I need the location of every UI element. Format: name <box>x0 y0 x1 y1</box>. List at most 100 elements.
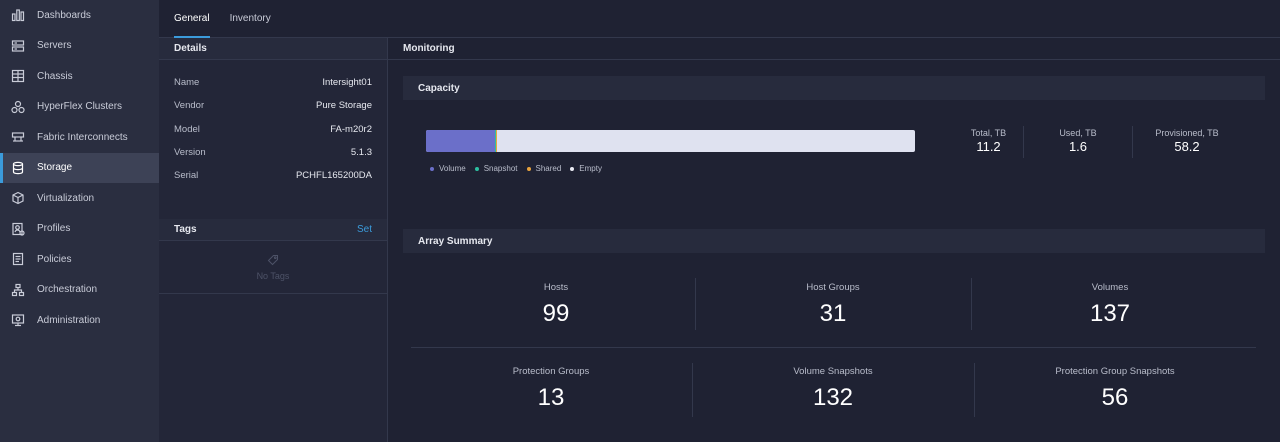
summary-stat-protection-group-snapshots: Protection Group Snapshots 56 <box>985 366 1245 412</box>
detail-value: Pure Storage <box>316 100 372 112</box>
divider <box>974 363 975 417</box>
sidebar-item-label: Chassis <box>37 70 73 82</box>
stat-value: 58.2 <box>1174 139 1200 154</box>
stat-label: Protection Group Snapshots <box>1055 366 1175 377</box>
legend-label: Snapshot <box>483 164 518 173</box>
sidebar-item-profiles[interactable]: Profiles <box>0 214 159 245</box>
stat-label: Used, TB <box>1059 128 1097 138</box>
sidebar-item-label: Administration <box>37 314 101 326</box>
fabric-icon <box>11 130 25 144</box>
tags-header: Tags Set <box>159 219 387 241</box>
stat-label: Hosts <box>543 282 569 293</box>
cluster-icon <box>11 100 25 114</box>
sidebar-item-servers[interactable]: Servers <box>0 31 159 62</box>
sidebar-item-label: Storage <box>37 162 73 174</box>
detail-value: Intersight01 <box>322 77 372 89</box>
tags-title: Tags <box>174 224 197 235</box>
storage-icon <box>11 161 25 175</box>
capacity-bar <box>426 130 915 152</box>
stat-value: 132 <box>812 384 854 411</box>
legend-dot <box>474 166 479 171</box>
sidebar-item-storage[interactable]: Storage <box>0 152 159 183</box>
legend-dot <box>526 166 531 171</box>
sidebar-item-orchestration[interactable]: Orchestration <box>0 275 159 306</box>
legend-item-volume: Volume <box>430 164 466 173</box>
detail-key: Serial <box>174 170 199 182</box>
details-list: Name Intersight01 Vendor Pure Storage Mo… <box>159 60 387 187</box>
capacity-stat-used: Used, TB 1.6 <box>1025 128 1131 154</box>
tab-bar: General Inventory <box>159 0 1280 38</box>
chassis-icon <box>11 69 25 83</box>
admin-icon <box>11 313 25 327</box>
workflow-icon <box>11 283 25 297</box>
sidebar-item-policies[interactable]: Policies <box>0 244 159 275</box>
details-header: Details <box>159 38 387 60</box>
sidebar-item-label: Profiles <box>37 223 71 235</box>
details-title: Details <box>174 43 207 54</box>
cube-icon <box>11 191 25 205</box>
capacity-stat-provisioned: Provisioned, TB 58.2 <box>1134 128 1240 154</box>
bar-chart-icon <box>11 8 25 22</box>
sidebar-item-fabric-interconnects[interactable]: Fabric Interconnects <box>0 122 159 153</box>
stat-value: 137 <box>1089 300 1131 327</box>
sidebar-item-label: Orchestration <box>37 284 98 296</box>
detail-key: Version <box>174 147 206 159</box>
stat-label: Volumes <box>1091 282 1129 293</box>
set-tags-link[interactable]: Set <box>357 224 372 235</box>
profile-icon <box>11 222 25 236</box>
stat-value: 99 <box>542 300 570 327</box>
summary-stat-protection-groups: Protection Groups 13 <box>421 366 681 412</box>
sidebar-item-dashboards[interactable]: Dashboards <box>0 0 159 31</box>
stat-label: Host Groups <box>806 282 860 293</box>
policy-icon <box>11 252 25 266</box>
detail-value: FA-m20r2 <box>330 123 372 135</box>
legend-item-empty: Empty <box>570 164 602 173</box>
stat-value: 1.6 <box>1068 139 1088 154</box>
divider <box>1023 126 1024 158</box>
divider <box>692 363 693 417</box>
capacity-bar-shared <box>496 130 498 152</box>
detail-row-model: Model FA-m20r2 <box>159 118 387 141</box>
detail-row-name: Name Intersight01 <box>159 71 387 94</box>
array-summary-header: Array Summary <box>403 229 1265 253</box>
sidebar: Dashboards Servers Chassis HyperFlex Clu… <box>0 0 159 442</box>
sidebar-item-label: Policies <box>37 253 72 265</box>
stat-label: Provisioned, TB <box>1155 128 1219 138</box>
legend-dot <box>570 166 575 171</box>
stat-label: Volume Snapshots <box>793 366 873 377</box>
tab-inventory[interactable]: Inventory <box>230 0 271 38</box>
details-panel: Details Name Intersight01 Vendor Pure St… <box>159 38 388 442</box>
sidebar-item-chassis[interactable]: Chassis <box>0 61 159 92</box>
legend-item-snapshot: Snapshot <box>474 164 518 173</box>
legend-label: Empty <box>579 164 602 173</box>
no-tags-text: No Tags <box>256 270 290 281</box>
tag-icon <box>267 254 279 271</box>
sidebar-item-hyperflex-clusters[interactable]: HyperFlex Clusters <box>0 92 159 123</box>
sidebar-item-label: HyperFlex Clusters <box>37 101 123 113</box>
divider <box>411 347 1256 348</box>
legend-label: Shared <box>535 164 562 173</box>
tab-general[interactable]: General <box>174 0 210 38</box>
summary-stat-host-groups: Host Groups 31 <box>703 282 963 328</box>
detail-value: 5.1.3 <box>350 147 372 159</box>
capacity-legend: Volume Snapshot Shared Empty <box>430 164 611 173</box>
sidebar-item-virtualization[interactable]: Virtualization <box>0 183 159 214</box>
sidebar-item-label: Virtualization <box>37 192 95 204</box>
sidebar-item-label: Dashboards <box>37 9 91 21</box>
monitoring-panel: Monitoring Capacity Volume Snapshot Shar… <box>388 38 1280 442</box>
detail-key: Vendor <box>174 100 205 112</box>
tags-empty-state: No Tags <box>159 241 387 294</box>
stat-label: Protection Groups <box>512 366 590 377</box>
detail-key: Name <box>174 77 200 89</box>
divider <box>971 278 972 330</box>
sidebar-item-administration[interactable]: Administration <box>0 305 159 336</box>
legend-dot <box>430 166 434 171</box>
capacity-title: Capacity <box>418 82 460 94</box>
array-summary-title: Array Summary <box>418 235 493 247</box>
server-icon <box>11 39 25 53</box>
legend-label: Volume <box>439 164 466 173</box>
detail-row-vendor: Vendor Pure Storage <box>159 94 387 117</box>
summary-stat-volumes: Volumes 137 <box>980 282 1240 328</box>
stat-value: 31 <box>819 300 847 327</box>
divider <box>695 278 696 330</box>
